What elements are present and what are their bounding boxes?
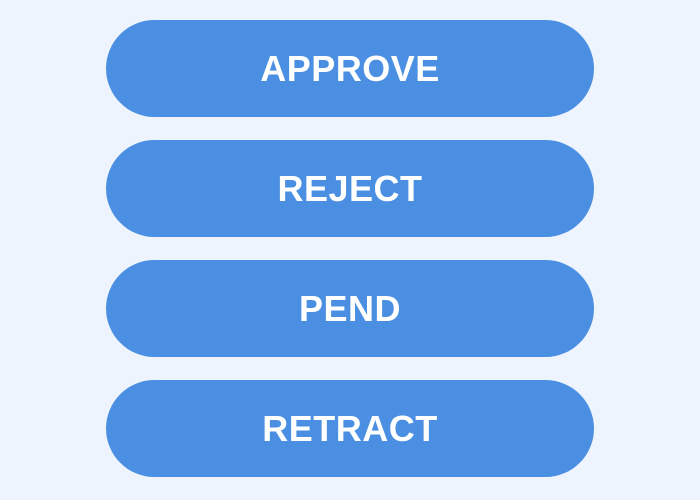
retract-button[interactable]: RETRACT bbox=[106, 380, 594, 477]
reject-button[interactable]: REJECT bbox=[106, 140, 594, 237]
reject-button-label: REJECT bbox=[277, 167, 423, 209]
pend-button[interactable]: PEND bbox=[106, 260, 594, 357]
pend-button-label: PEND bbox=[298, 287, 402, 329]
retract-button-label: RETRACT bbox=[262, 407, 438, 449]
approve-button-label: APPROVE bbox=[260, 47, 440, 89]
action-button-stack: APPROVE REJECT PEND RETRACT bbox=[106, 20, 594, 477]
approve-button[interactable]: APPROVE bbox=[106, 20, 594, 117]
